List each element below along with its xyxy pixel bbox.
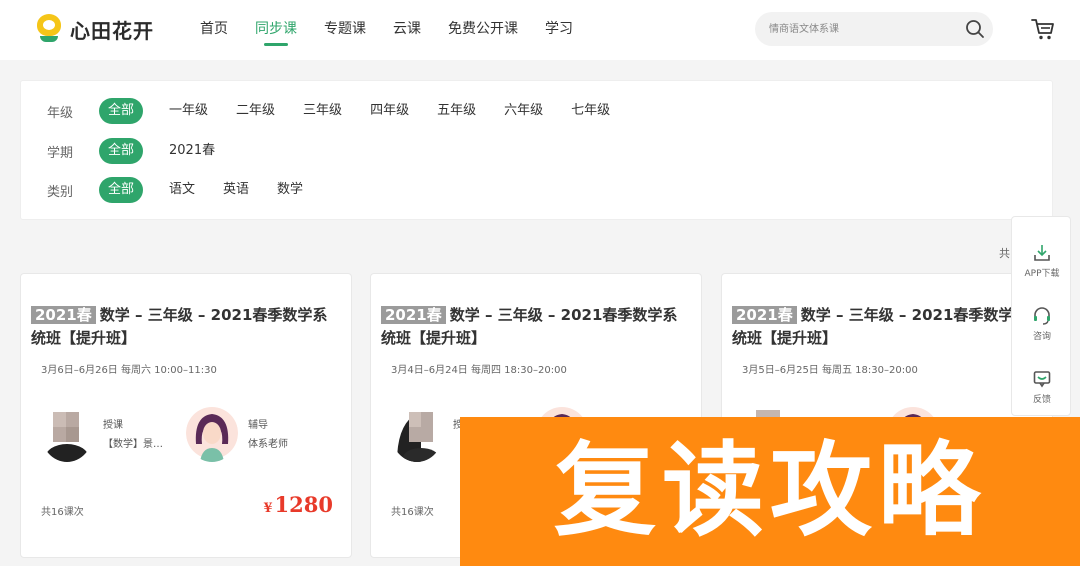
term-tag: 2021春 [31, 306, 96, 324]
side-toolbar: APP下载 咨询 反馈 [1011, 216, 1071, 416]
course-schedule: 3月6日–6月26日 每周六 10:00–11:30 [41, 365, 217, 376]
teacher-name: 【数学】景… [103, 439, 163, 450]
teacher-block: 授课 【数学】景… [41, 404, 181, 464]
headset-icon [1034, 307, 1050, 325]
filter-label-category: 类别 [47, 184, 74, 200]
lesson-count: 共16课次 [41, 507, 84, 518]
feedback-icon [1033, 371, 1051, 388]
category-chip-all[interactable]: 全部 [99, 177, 144, 203]
feedback-label: 反馈 [1032, 395, 1051, 405]
grade-chip-4[interactable]: 四年级 [370, 98, 409, 124]
result-count: 共 [999, 247, 1010, 260]
filter-row-category: 类别 全部 语文 英语 数学 [47, 177, 331, 203]
grade-chip-1[interactable]: 一年级 [169, 98, 208, 124]
category-chip-chinese[interactable]: 语文 [169, 177, 195, 203]
filter-panel: 年级 全部 一年级 二年级 三年级 四年级 五年级 六年级 七年级 学期 全部 … [20, 80, 1053, 220]
course-card[interactable]: 2021春 数学 – 三年级 – 2021春季数学系统班【提升班】 3月6日–6月… [20, 273, 352, 558]
category-chip-math[interactable]: 数学 [277, 177, 303, 203]
term-tag: 2021春 [381, 306, 446, 324]
course-schedule: 3月4日–6月24日 每周四 18:30–20:00 [391, 365, 567, 376]
filter-row-term: 学期 全部 2021春 [47, 138, 243, 164]
course-schedule: 3月5日–6月25日 每周五 18:30–20:00 [742, 365, 918, 376]
filter-label-grade: 年级 [47, 105, 74, 121]
grade-chip-6[interactable]: 六年级 [504, 98, 543, 124]
promo-banner: 复读攻略 [460, 417, 1080, 566]
tutor-block: 辅导 体系老师 [186, 404, 326, 464]
nav-item-sync-course[interactable]: 同步课 [255, 0, 297, 60]
consult-label: 咨询 [1032, 332, 1051, 342]
course-price: ¥1280 [264, 492, 334, 517]
teacher-avatar [391, 404, 443, 462]
filter-label-term: 学期 [47, 145, 74, 161]
term-chip-2021-spring[interactable]: 2021春 [169, 138, 215, 164]
nav-item-topic-course[interactable]: 专题课 [324, 0, 366, 60]
course-title: 2021春 数学 – 三年级 – 2021春季数学系统班【提升班】 [31, 304, 331, 350]
teacher-role: 授课 [103, 420, 123, 431]
app-download-label: APP下载 [1024, 269, 1060, 279]
brand-logo[interactable]: 心田花开 [36, 14, 154, 44]
lesson-count: 共16课次 [391, 507, 434, 518]
price-currency: ¥ [263, 501, 273, 516]
nav-item-free-open-course[interactable]: 免费公开课 [448, 0, 518, 60]
term-tag: 2021春 [732, 306, 797, 324]
course-title: 2021春 数学 – 三年级 – 2021春季数学系统班【提升班】 [732, 304, 1032, 350]
course-title: 2021春 数学 – 三年级 – 2021春季数学系统班【提升班】 [381, 304, 681, 350]
price-value: 1280 [274, 492, 333, 517]
search-input[interactable] [755, 12, 955, 46]
nav-item-study[interactable]: 学习 [545, 0, 573, 60]
feedback-button[interactable]: 反馈 [1012, 369, 1072, 405]
nav-item-cloud-course[interactable]: 云课 [393, 0, 421, 60]
app-download-button[interactable]: APP下载 [1012, 243, 1072, 279]
main-nav: 首页 同步课 专题课 云课 免费公开课 学习 [200, 0, 600, 60]
promo-banner-text: 复读攻略 [554, 431, 986, 551]
term-chip-all[interactable]: 全部 [99, 138, 144, 164]
grade-chip-7[interactable]: 七年级 [571, 98, 610, 124]
tutor-avatar [186, 404, 238, 462]
top-header: 心田花开 首页 同步课 专题课 云课 免费公开课 学习 [0, 0, 1080, 60]
search-box [755, 12, 993, 46]
consult-button[interactable]: 咨询 [1012, 306, 1072, 342]
grade-chip-all[interactable]: 全部 [99, 98, 144, 124]
tutor-role: 辅导 [248, 420, 268, 431]
category-chip-english[interactable]: 英语 [223, 177, 249, 203]
cart-icon[interactable] [1030, 16, 1056, 42]
grade-chip-2[interactable]: 二年级 [236, 98, 275, 124]
flower-logo-icon [36, 14, 62, 44]
download-icon [1034, 245, 1050, 261]
nav-item-home[interactable]: 首页 [200, 0, 228, 60]
teacher-avatar [41, 404, 93, 462]
search-icon[interactable] [965, 19, 985, 39]
grade-chip-5[interactable]: 五年级 [437, 98, 476, 124]
brand-name: 心田花开 [70, 18, 154, 43]
grade-chip-3[interactable]: 三年级 [303, 98, 342, 124]
tutor-name: 体系老师 [248, 439, 288, 450]
filter-row-grade: 年级 全部 一年级 二年级 三年级 四年级 五年级 六年级 七年级 [47, 98, 638, 124]
